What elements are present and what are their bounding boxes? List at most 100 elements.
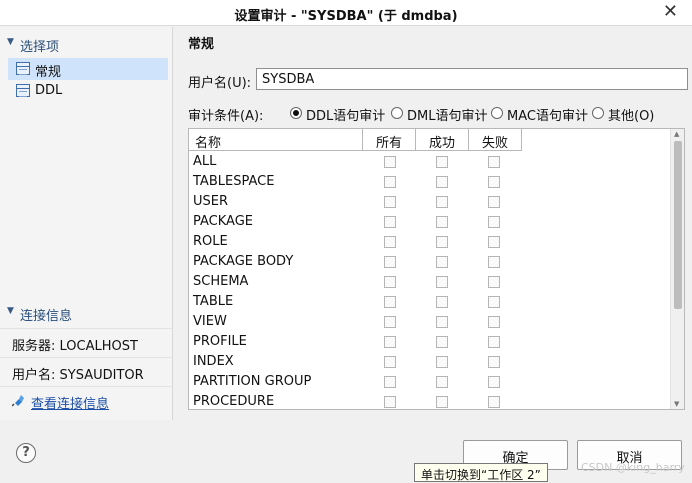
- checkbox-success[interactable]: [436, 156, 448, 168]
- checkbox-fail[interactable]: [488, 176, 500, 188]
- options-section-header[interactable]: ▼ 选择项: [0, 32, 173, 56]
- radio-dot[interactable]: [592, 107, 604, 119]
- checkbox-fail[interactable]: [488, 296, 500, 308]
- radio-dot[interactable]: [290, 107, 302, 119]
- scrollbar-thumb[interactable]: [674, 141, 682, 309]
- checkbox-all[interactable]: [384, 236, 396, 248]
- table-icon: [16, 62, 30, 75]
- window-title: 设置审计 - "SYSDBA" (于 dmdba): [234, 9, 458, 24]
- table-row[interactable]: ALL: [189, 152, 669, 172]
- main-panel: 常规 用户名(U): 审计条件(A): DDL语句审计 DML语句审计 MAC语…: [180, 27, 692, 420]
- checkbox-all[interactable]: [384, 376, 396, 388]
- user-text: 用户名: SYSAUDITOR: [12, 368, 144, 383]
- watermark: CSDN @king_harry: [581, 461, 685, 474]
- checkbox-success[interactable]: [436, 376, 448, 388]
- username-label: 用户名(U):: [188, 76, 252, 91]
- row-name: INDEX: [193, 354, 234, 369]
- table-row[interactable]: PACKAGE: [189, 212, 669, 232]
- checkbox-success[interactable]: [436, 336, 448, 348]
- checkbox-success[interactable]: [436, 356, 448, 368]
- checkbox-fail[interactable]: [488, 316, 500, 328]
- column-header-name: 名称: [189, 129, 363, 151]
- table-row[interactable]: VIEW: [189, 312, 669, 332]
- checkbox-fail[interactable]: [488, 156, 500, 168]
- row-name: PROCEDURE: [193, 394, 275, 409]
- plug-icon: [12, 395, 24, 407]
- nav-item-general[interactable]: 常规: [8, 58, 168, 80]
- row-name: SCHEMA: [193, 274, 249, 289]
- row-name: PARTITION GROUP: [193, 374, 312, 389]
- table-row[interactable]: PROCEDURE: [189, 392, 669, 409]
- radio-dot[interactable]: [491, 107, 503, 119]
- checkbox-all[interactable]: [384, 336, 396, 348]
- username-input[interactable]: [256, 68, 688, 90]
- workspace-tooltip: 单击切换到“工作区 2”: [414, 463, 548, 482]
- column-header-fail: 失败: [469, 129, 522, 151]
- table-row[interactable]: TABLESPACE: [189, 172, 669, 192]
- nav-item-ddl[interactable]: DDL: [8, 80, 168, 102]
- radio-dot[interactable]: [391, 107, 403, 119]
- row-name: VIEW: [193, 314, 227, 329]
- checkbox-all[interactable]: [384, 316, 396, 328]
- help-icon[interactable]: ?: [16, 443, 36, 463]
- table-row[interactable]: PARTITION GROUP: [189, 372, 669, 392]
- view-connection-row[interactable]: 查看连接信息: [0, 386, 173, 415]
- checkbox-all[interactable]: [384, 356, 396, 368]
- left-panel: ▼ 选择项 常规 DDL ▼ 连接信息 服务器: LOCALHOST 用户名: …: [0, 27, 173, 420]
- checkbox-success[interactable]: [436, 176, 448, 188]
- view-connection-link[interactable]: 查看连接信息: [31, 393, 109, 412]
- checkbox-all[interactable]: [384, 256, 396, 268]
- checkbox-fail[interactable]: [488, 236, 500, 248]
- table-row[interactable]: PROFILE: [189, 332, 669, 352]
- checkbox-fail[interactable]: [488, 396, 500, 408]
- checkbox-all[interactable]: [384, 296, 396, 308]
- table-row[interactable]: PACKAGE BODY: [189, 252, 669, 272]
- row-name: TABLESPACE: [193, 174, 275, 189]
- server-info: 服务器: LOCALHOST: [0, 328, 173, 357]
- scroll-up-icon[interactable]: ▲: [674, 130, 679, 138]
- checkbox-fail[interactable]: [488, 276, 500, 288]
- table-row[interactable]: ROLE: [189, 232, 669, 252]
- checkbox-success[interactable]: [436, 316, 448, 328]
- checkbox-fail[interactable]: [488, 216, 500, 228]
- audit-table: 名称 所有 成功 失败 ALL TABLESPACE USER PACKAGE ROLE…: [188, 128, 685, 410]
- user-info: 用户名: SYSAUDITOR: [0, 357, 173, 386]
- checkbox-success[interactable]: [436, 236, 448, 248]
- row-name: PACKAGE: [193, 214, 253, 229]
- checkbox-success[interactable]: [436, 276, 448, 288]
- table-row[interactable]: TABLE: [189, 292, 669, 312]
- checkbox-fail[interactable]: [488, 196, 500, 208]
- condition-label: 审计条件(A):: [188, 109, 264, 124]
- checkbox-fail[interactable]: [488, 256, 500, 268]
- checkbox-all[interactable]: [384, 156, 396, 168]
- row-name: PACKAGE BODY: [193, 254, 294, 269]
- table-scrollbar[interactable]: ▲ ▼: [670, 129, 684, 409]
- checkbox-fail[interactable]: [488, 336, 500, 348]
- scroll-down-icon[interactable]: ▼: [674, 400, 679, 408]
- row-name: USER: [193, 194, 229, 209]
- collapse-arrow-icon[interactable]: ▼: [7, 306, 14, 316]
- table-row[interactable]: USER: [189, 192, 669, 212]
- checkbox-fail[interactable]: [488, 356, 500, 368]
- collapse-arrow-icon[interactable]: ▼: [7, 37, 14, 47]
- checkbox-all[interactable]: [384, 396, 396, 408]
- checkbox-all[interactable]: [384, 196, 396, 208]
- close-icon[interactable]: ✕: [663, 2, 678, 22]
- checkbox-success[interactable]: [436, 256, 448, 268]
- connection-section-header[interactable]: ▼ 连接信息: [0, 301, 173, 325]
- checkbox-fail[interactable]: [488, 376, 500, 388]
- checkbox-all[interactable]: [384, 176, 396, 188]
- options-header-label: 选择项: [20, 40, 60, 55]
- checkbox-success[interactable]: [436, 296, 448, 308]
- radio-label: DDL语句审计: [306, 109, 386, 124]
- checkbox-success[interactable]: [436, 216, 448, 228]
- checkbox-all[interactable]: [384, 216, 396, 228]
- column-header-all: 所有: [363, 129, 416, 151]
- section-title: 常规: [188, 37, 215, 52]
- checkbox-success[interactable]: [436, 196, 448, 208]
- table-row[interactable]: SCHEMA: [189, 272, 669, 292]
- checkbox-success[interactable]: [436, 396, 448, 408]
- nav-item-label: 常规: [35, 65, 62, 80]
- table-row[interactable]: INDEX: [189, 352, 669, 372]
- checkbox-all[interactable]: [384, 276, 396, 288]
